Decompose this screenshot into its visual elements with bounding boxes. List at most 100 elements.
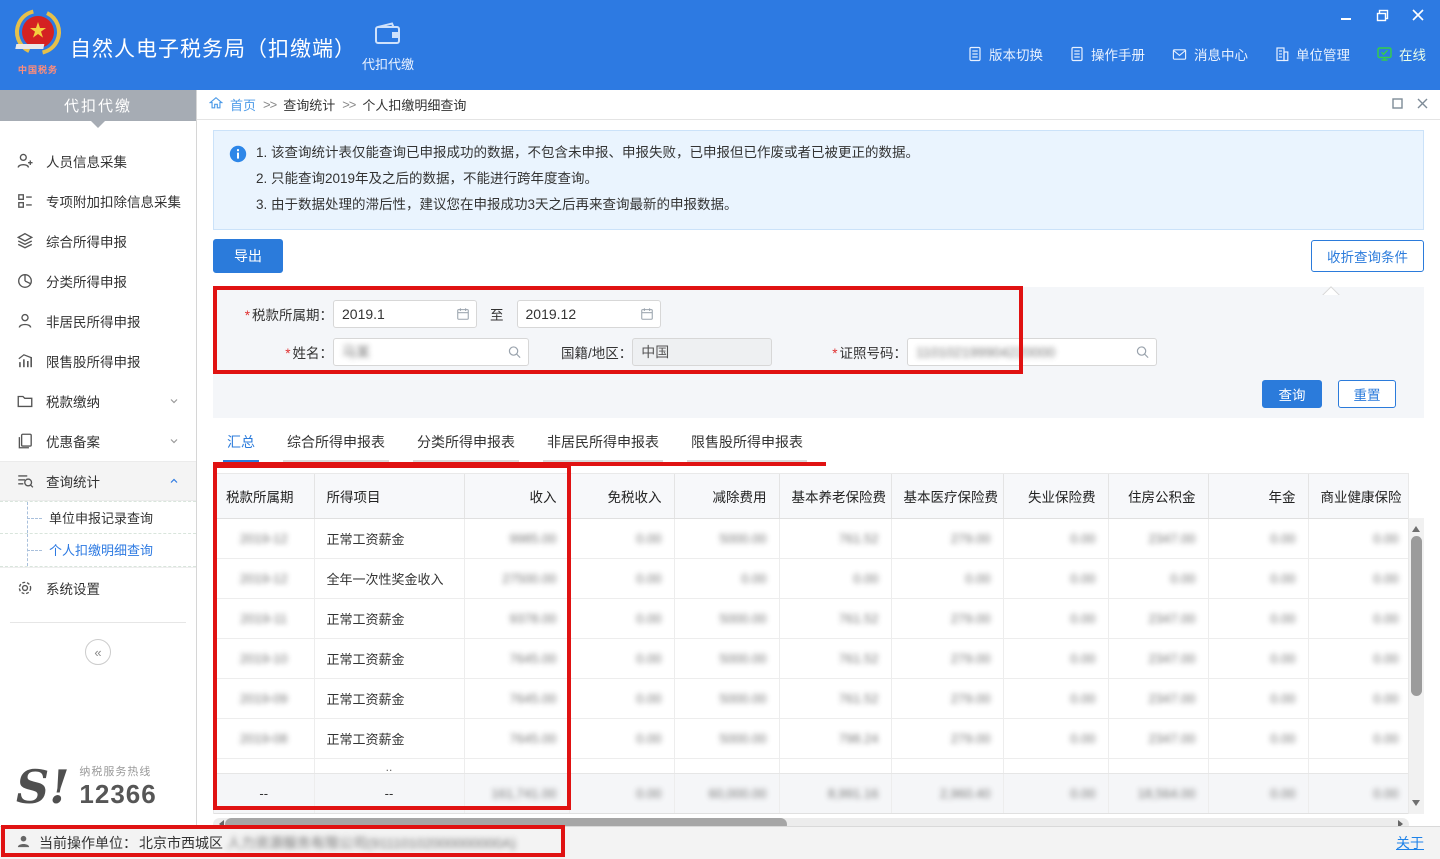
hotline-number: 12366 (79, 779, 156, 810)
table-row[interactable]: 2019-12全年一次性奖金收入27500.000.000.000.000.00… (214, 558, 1409, 598)
sidebar-collapse-button[interactable]: « (85, 639, 111, 665)
top-menu-version-switch[interactable]: 版本切换 (967, 44, 1043, 64)
period-from-input[interactable]: 2019.1 (333, 300, 477, 328)
cell-r2c1: 正常工资薪金 (314, 598, 464, 638)
search-icon[interactable] (507, 345, 522, 360)
scroll-up-icon[interactable] (1412, 522, 1420, 532)
reset-button[interactable]: 重置 (1338, 380, 1396, 408)
period-to-input[interactable]: 2019.12 (517, 300, 661, 328)
total-cell-8: 18,564.00 (1108, 773, 1208, 813)
sidebar-item-tax-payment[interactable]: 税款缴纳 (0, 381, 196, 421)
breadcrumb-separator: >> (342, 97, 355, 112)
total-cell-4: 60,000.00 (674, 773, 779, 813)
cell-r5c7: 0.00 (1003, 718, 1108, 758)
cell-r0c0: 2019-12 (214, 518, 314, 558)
panel-notch (1318, 286, 1344, 295)
sidebar-item-preferential-filing[interactable]: 优惠备案 (0, 421, 196, 461)
scroll-down-icon[interactable] (1412, 800, 1420, 810)
horizontal-scrollbar[interactable] (213, 818, 1409, 827)
total-cell-0: -- (214, 773, 314, 813)
about-link[interactable]: 关于 (1396, 833, 1424, 853)
panel-close-icon[interactable] (1417, 97, 1428, 112)
top-menu-message-center[interactable]: 消息中心 (1171, 44, 1248, 64)
cell-r3c1: 正常工资薪金 (314, 638, 464, 678)
breadcrumb-item-1[interactable]: 查询统计 (283, 95, 335, 114)
search-icon[interactable] (1135, 345, 1150, 360)
tab-withholding-module[interactable]: 代扣代缴 (348, 22, 428, 73)
table-row[interactable]: 2019-12正常工资薪金9985.000.005000.00761.52279… (214, 518, 1409, 558)
result-tabs: 汇总综合所得申报表分类所得申报表非居民所得申报表限售股所得申报表 (213, 432, 1424, 462)
period-to-value: 2019.12 (526, 306, 577, 322)
cell-r1c10: 0.00 (1308, 558, 1409, 598)
scroll-right-icon[interactable] (1398, 820, 1407, 826)
name-input[interactable]: 马某 (333, 338, 529, 366)
breadcrumb-separator: >> (263, 97, 276, 112)
vertical-scrollbar[interactable] (1409, 518, 1424, 814)
table-row[interactable]: 2019-11正常工资薪金9378.000.005000.00761.52279… (214, 598, 1409, 638)
required-mark: * (245, 308, 250, 323)
panel-maximize-icon[interactable] (1392, 97, 1403, 112)
tab-2[interactable]: 分类所得申报表 (413, 432, 519, 462)
result-table: 税款所属期所得项目收入免税收入减除费用基本养老保险费基本医疗保险费失业保险费住房… (214, 474, 1409, 814)
chevron-down-icon (168, 435, 180, 447)
cell-r2c8: 2347.00 (1108, 598, 1208, 638)
cell-r0c4: 5000.00 (674, 518, 779, 558)
horizontal-scroll-thumb[interactable] (225, 818, 787, 827)
table-row[interactable]: 2019-08正常工资薪金7645.000.005000.00798.24279… (214, 718, 1409, 758)
top-menu-manual[interactable]: 操作手册 (1069, 44, 1145, 64)
notice-box: 1. 该查询统计表仅能查询已申报成功的数据，不包含未申报、申报失败，已申报但已作… (213, 130, 1424, 230)
breadcrumb: 首页 >> 查询统计 >> 个人扣缴明细查询 (197, 90, 1440, 120)
breadcrumb-home[interactable]: 首页 (230, 95, 256, 114)
tab-1[interactable]: 综合所得申报表 (283, 432, 389, 462)
vertical-scroll-thumb[interactable] (1411, 536, 1422, 696)
cell-r4c0: 2019-09 (214, 678, 314, 718)
cell-r2c7: 0.00 (1003, 598, 1108, 638)
bar-chart-icon (16, 352, 34, 370)
cell-r2c6: 279.00 (891, 598, 1003, 638)
sidebar-item-restricted-shares[interactable]: 限售股所得申报 (0, 341, 196, 381)
tab-4[interactable]: 限售股所得申报表 (687, 432, 807, 462)
sidebar-submenu: 单位申报记录查询个人扣缴明细查询 (0, 501, 196, 568)
scroll-left-icon[interactable] (215, 820, 224, 826)
notice-line-2: 2. 只能查询2019年及之后的数据，不能进行跨年度查询。 (256, 166, 1407, 192)
cell-r4c5: 761.52 (779, 678, 891, 718)
sidebar-subitem-personal-withholding-query[interactable]: 个人扣缴明细查询 (0, 534, 196, 567)
sidebar-item-query-statistics[interactable]: 查询统计 (0, 461, 196, 501)
query-button[interactable]: 查询 (1262, 380, 1322, 408)
tab-3[interactable]: 非居民所得申报表 (543, 432, 663, 462)
cell-r4c6: 279.00 (891, 678, 1003, 718)
sidebar-item-personnel[interactable]: 人员信息采集 (0, 141, 196, 181)
column-header-1: 所得项目 (314, 474, 464, 518)
id-number-value: 110102199904220000 (916, 344, 1055, 360)
calendar-icon[interactable] (456, 307, 470, 321)
column-header-3: 免税收入 (569, 474, 674, 518)
cell-r1c4: 0.00 (674, 558, 779, 598)
sidebar-item-system-settings[interactable]: 系统设置 (0, 568, 196, 608)
table-row[interactable]: 2019-09正常工资薪金7645.000.005000.00761.52279… (214, 678, 1409, 718)
calendar-icon[interactable] (640, 307, 654, 321)
sidebar-item-nonresident-income[interactable]: 非居民所得申报 (0, 301, 196, 341)
total-cell-1: -- (314, 773, 464, 813)
current-unit-prefix: 当前操作单位： (39, 833, 137, 853)
total-cell-6: 2,960.40 (891, 773, 1003, 813)
current-unit-masked: 人力资源服务有限公司(91110102000000000A) (227, 833, 516, 853)
collapse-query-button[interactable]: 收折查询条件 (1311, 240, 1424, 272)
tab-0[interactable]: 汇总 (223, 432, 259, 462)
doc-icon (967, 46, 983, 62)
building-icon (1274, 46, 1290, 62)
total-cell-7: 0.00 (1003, 773, 1108, 813)
cell-r0c10: 0.00 (1308, 518, 1409, 558)
sidebar-subitem-unit-declare-query[interactable]: 单位申报记录查询 (0, 501, 196, 534)
close-icon[interactable] (1406, 6, 1430, 24)
sidebar-item-comprehensive-income[interactable]: 综合所得申报 (0, 221, 196, 261)
minimize-icon[interactable] (1334, 6, 1358, 24)
table-row[interactable]: 2019-10正常工资薪金7645.000.005000.00761.52279… (214, 638, 1409, 678)
total-cell-10: 0.00 (1308, 773, 1409, 813)
id-number-input[interactable]: 110102199904220000 (907, 338, 1157, 366)
cell-r2c9: 0.00 (1208, 598, 1308, 638)
restore-icon[interactable] (1370, 6, 1394, 24)
top-menu-org-manage[interactable]: 单位管理 (1274, 44, 1350, 64)
sidebar-item-classified-income[interactable]: 分类所得申报 (0, 261, 196, 301)
export-button[interactable]: 导出 (213, 239, 283, 273)
sidebar-item-special-deduction[interactable]: 专项附加扣除信息采集 (0, 181, 196, 221)
